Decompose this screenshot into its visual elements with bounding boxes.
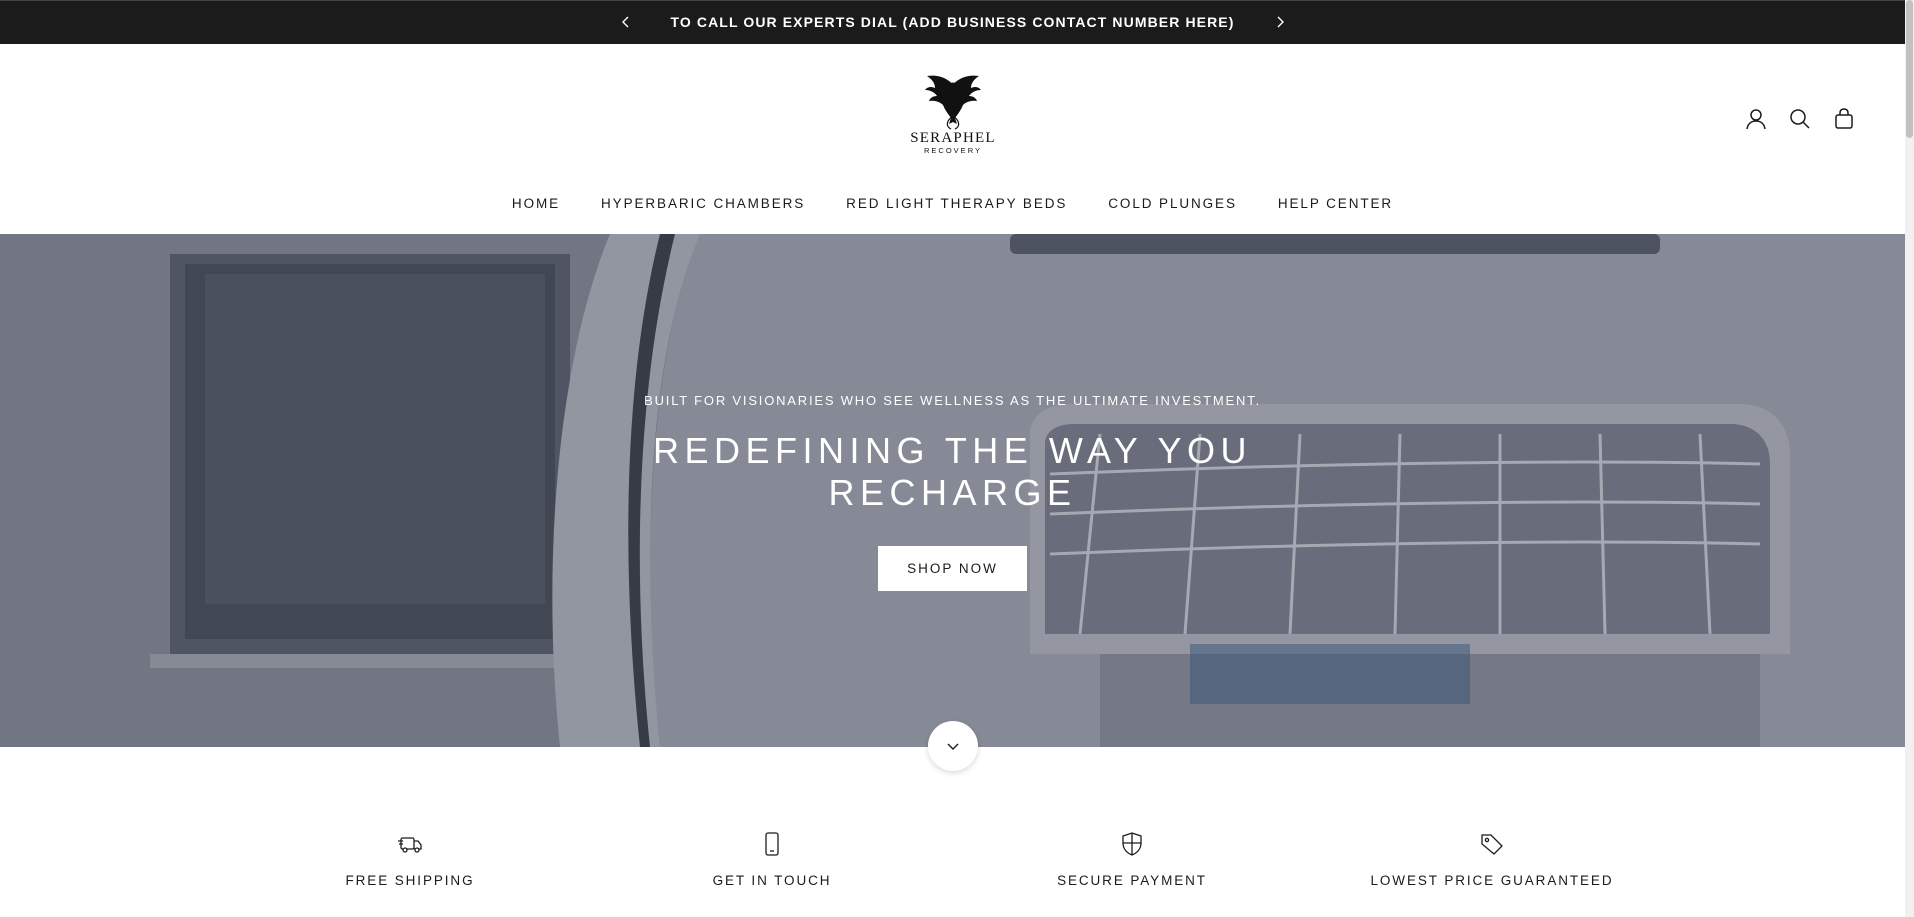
nav-item-help-center[interactable]: HELP CENTER bbox=[1278, 196, 1393, 211]
search-icon bbox=[1790, 109, 1810, 129]
feature-label: GET IN TOUCH bbox=[712, 873, 832, 888]
shop-now-button[interactable]: SHOP NOW bbox=[878, 546, 1027, 591]
features-section: FREE SHIPPING GET IN TOUCH SECURE PAYMEN… bbox=[0, 747, 1905, 917]
announcement-text: TO CALL OUR EXPERTS DIAL (ADD BUSINESS C… bbox=[670, 14, 1235, 30]
main-nav: HOME HYPERBARIC CHAMBERS RED LIGHT THERA… bbox=[0, 196, 1905, 211]
page: TO CALL OUR EXPERTS DIAL (ADD BUSINESS C… bbox=[0, 0, 1905, 917]
hero-eyebrow: BUILT FOR VISIONARIES WHO SEE WELLNESS A… bbox=[644, 393, 1261, 408]
tag-icon bbox=[1479, 831, 1505, 857]
account-button[interactable] bbox=[1743, 106, 1769, 132]
phone-icon bbox=[759, 831, 785, 857]
site-header: SERAPHEL RECOVERY HOME HYPERBARIC CHAMBE… bbox=[0, 44, 1905, 234]
feature-secure-payment: SECURE PAYMENT bbox=[952, 831, 1312, 888]
hero-title: REDEFINING THE WAY YOU RECHARGE bbox=[652, 430, 1253, 513]
nav-item-red-light-therapy-beds[interactable]: RED LIGHT THERAPY BEDS bbox=[846, 196, 1067, 211]
shield-icon bbox=[1119, 831, 1145, 857]
search-button[interactable] bbox=[1787, 106, 1813, 132]
announcement-bar: TO CALL OUR EXPERTS DIAL (ADD BUSINESS C… bbox=[0, 0, 1905, 44]
feature-get-in-touch: GET IN TOUCH bbox=[592, 831, 952, 888]
scrollbar-thumb[interactable] bbox=[1906, 0, 1913, 138]
scroll-down-button[interactable] bbox=[928, 721, 978, 771]
nav-item-hyperbaric-chambers[interactable]: HYPERBARIC CHAMBERS bbox=[601, 196, 805, 211]
hero-content: BUILT FOR VISIONARIES WHO SEE WELLNESS A… bbox=[0, 234, 1905, 747]
nav-item-home[interactable]: HOME bbox=[512, 196, 560, 211]
feature-label: SECURE PAYMENT bbox=[1057, 873, 1207, 888]
logo-wordmark: SERAPHEL bbox=[910, 130, 996, 146]
phoenix-icon bbox=[925, 75, 981, 130]
logo[interactable]: SERAPHEL RECOVERY bbox=[893, 72, 1013, 172]
feature-label: LOWEST PRICE GUARANTEED bbox=[1370, 873, 1614, 888]
hero-banner: BUILT FOR VISIONARIES WHO SEE WELLNESS A… bbox=[0, 234, 1905, 747]
feature-label: FREE SHIPPING bbox=[345, 873, 475, 888]
logo-subtitle: RECOVERY bbox=[924, 146, 982, 155]
feature-free-shipping: FREE SHIPPING bbox=[230, 831, 590, 888]
header-icons bbox=[1743, 106, 1857, 132]
cart-button[interactable] bbox=[1831, 106, 1857, 132]
cart-icon bbox=[1835, 108, 1853, 129]
truck-icon bbox=[397, 831, 423, 857]
chevron-right-icon bbox=[1277, 16, 1284, 28]
nav-item-cold-plunges[interactable]: COLD PLUNGES bbox=[1108, 196, 1237, 211]
page-scrollbar[interactable] bbox=[1905, 0, 1914, 917]
announcement-next-button[interactable] bbox=[1272, 14, 1288, 30]
feature-lowest-price: LOWEST PRICE GUARANTEED bbox=[1312, 831, 1672, 888]
chevron-down-icon bbox=[947, 743, 959, 750]
account-icon bbox=[1746, 109, 1766, 130]
